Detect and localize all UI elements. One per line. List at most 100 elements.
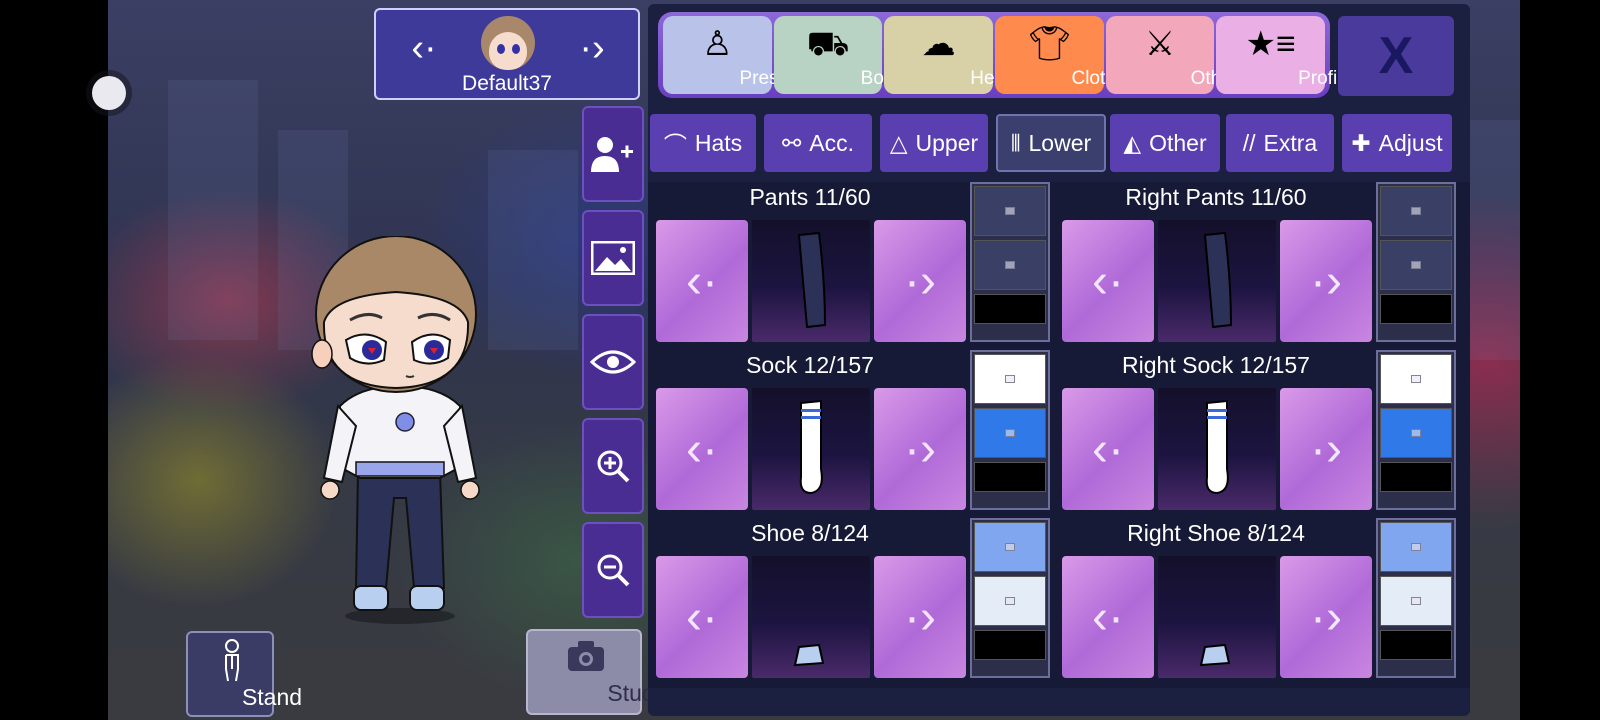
color-swatch[interactable] (1380, 408, 1452, 458)
next-item-button[interactable]: ·› (874, 556, 966, 678)
color-swatch[interactable] (1380, 240, 1452, 290)
subtab-extra[interactable]: //Extra (1226, 114, 1334, 172)
swatch-marker-icon (1005, 375, 1015, 383)
item-title: Right Shoe 8/124 (1127, 520, 1305, 546)
next-item-button[interactable]: ·› (874, 220, 966, 342)
next-item-button[interactable]: ·› (1280, 388, 1372, 510)
color-swatch[interactable] (1380, 630, 1452, 660)
subtab-hats[interactable]: ⌒ Hats (650, 114, 756, 172)
chevron-right-icon: ·› (904, 422, 936, 476)
swatch-marker-icon (1411, 597, 1421, 605)
eye-icon (590, 350, 636, 374)
zoom-in-button[interactable] (582, 418, 644, 514)
color-swatch[interactable] (974, 354, 1046, 404)
pants-icon: ⫴ (1010, 129, 1021, 156)
subtab-lower[interactable]: ⫴ Lower (996, 114, 1106, 172)
next-item-button[interactable]: ·› (874, 388, 966, 510)
floating-home-button[interactable] (92, 76, 126, 110)
chevron-right-icon: ·› (1310, 422, 1342, 476)
chevron-left-icon: ‹· (686, 590, 718, 644)
category-profile[interactable]: ★≡ Profile (1216, 16, 1352, 94)
color-swatch[interactable] (974, 240, 1046, 290)
category-clothes[interactable]: 👕︎ Clothes (995, 16, 1136, 94)
color-swatch[interactable] (1380, 462, 1452, 492)
color-swatch[interactable] (1380, 522, 1452, 572)
previous-item-button[interactable]: ‹· (656, 388, 748, 510)
previous-item-button[interactable]: ‹· (1062, 220, 1154, 342)
category-head[interactable]: ☁ Head (884, 16, 1016, 94)
add-character-button[interactable] (582, 106, 644, 202)
stand-label: Stand (241, 684, 303, 710)
slashes-icon: // (1242, 129, 1256, 156)
swatch-marker-icon (1005, 597, 1015, 605)
zoom-out-icon (597, 554, 630, 587)
color-swatch[interactable] (1380, 354, 1452, 404)
sock-preview-icon (799, 399, 823, 495)
item-title: Right Sock 12/157 (1122, 352, 1310, 378)
zoom-out-button[interactable] (582, 522, 644, 618)
add-person-icon (591, 137, 633, 172)
color-swatch[interactable] (974, 186, 1046, 236)
sock-preview-icon (1205, 399, 1229, 495)
visibility-button[interactable] (582, 314, 644, 410)
character-selector: ‹· ·› Default37 (374, 8, 640, 100)
presets-icon: ♙ (702, 25, 733, 63)
close-button[interactable]: X (1338, 16, 1454, 96)
chevron-right-icon: ·› (904, 590, 936, 644)
previous-item-button[interactable]: ‹· (1062, 388, 1154, 510)
shoe-preview-icon (793, 643, 825, 667)
swatch-marker-icon (1411, 543, 1421, 551)
color-swatch[interactable] (1380, 186, 1452, 236)
color-swatch[interactable] (974, 408, 1046, 458)
character-avatar (481, 16, 535, 70)
chevron-left-icon: ‹· (1092, 254, 1124, 308)
pose-figure-icon (225, 639, 239, 682)
background-button[interactable] (582, 210, 644, 306)
color-swatch[interactable] (1380, 576, 1452, 626)
color-swatch[interactable] (974, 576, 1046, 626)
category-body[interactable]: ⛟ Body (773, 16, 904, 94)
glasses-icon: ⚯ (781, 129, 802, 156)
color-swatches (970, 182, 1050, 342)
stand-button[interactable]: Stand (186, 631, 302, 717)
subtab-adjust[interactable]: ✚ Adjust (1342, 114, 1452, 172)
swatch-marker-icon (1005, 261, 1015, 269)
subtab-other[interactable]: ◭ Other (1110, 114, 1220, 172)
shoe-preview-icon (1199, 643, 1231, 667)
color-swatch[interactable] (1380, 294, 1452, 324)
category-bar: ♙ Presets ⛟ Body ☁ Head 👕︎ Clothes ⚔ Oth… (658, 12, 1352, 98)
character-name: Default37 (462, 72, 552, 95)
next-item-button[interactable]: ·› (1280, 556, 1372, 678)
item-preview (1158, 220, 1276, 342)
item-preview (1158, 388, 1276, 510)
swatch-marker-icon (1411, 375, 1421, 383)
item-title: Shoe 8/124 (751, 520, 869, 546)
hair-icon: ☁ (921, 25, 956, 63)
color-swatch[interactable] (974, 462, 1046, 492)
chevron-left-icon: ‹· (1092, 422, 1124, 476)
studio-button[interactable]: Studio (526, 629, 673, 715)
swatch-marker-icon (1411, 429, 1421, 437)
subtab-upper[interactable]: △ Upper (880, 114, 988, 172)
next-item-button[interactable]: ·› (1280, 220, 1372, 342)
category-presets[interactable]: ♙ Presets (663, 16, 804, 94)
chevron-right-icon: ·› (1310, 254, 1342, 308)
next-character-button[interactable]: ·› (574, 29, 610, 67)
category-other[interactable]: ⚔ Other (1105, 16, 1238, 94)
jacket-icon: ⛟ (806, 25, 850, 63)
subtab-accessories[interactable]: ⚯ Acc. (764, 114, 872, 172)
swatch-marker-icon (1411, 261, 1421, 269)
color-swatch[interactable] (974, 294, 1046, 324)
previous-item-button[interactable]: ‹· (656, 220, 748, 342)
item-preview (752, 220, 870, 342)
color-swatch[interactable] (974, 522, 1046, 572)
color-swatches (970, 350, 1050, 510)
customization-panel: ♙ Presets ⛟ Body ☁ Head 👕︎ Clothes ⚔ Oth… (648, 4, 1470, 716)
previous-item-button[interactable]: ‹· (1062, 556, 1154, 678)
previous-item-button[interactable]: ‹· (656, 556, 748, 678)
color-swatch[interactable] (974, 630, 1046, 660)
hanger-icon: △ (889, 129, 908, 156)
color-swatches (970, 518, 1050, 678)
previous-character-button[interactable]: ‹· (406, 29, 442, 67)
color-swatches (1376, 182, 1456, 342)
